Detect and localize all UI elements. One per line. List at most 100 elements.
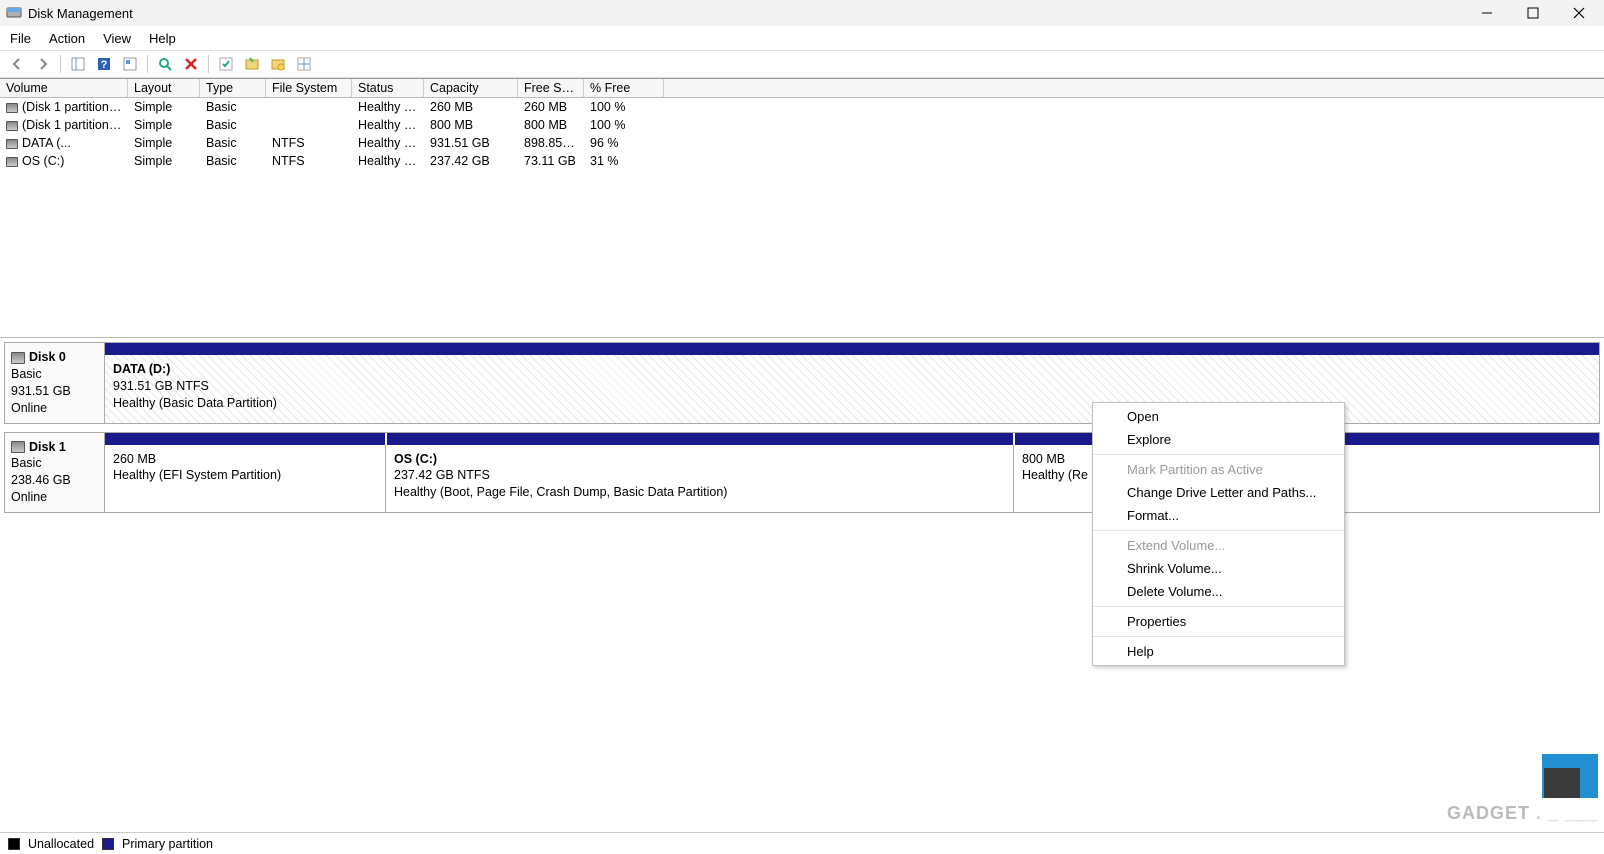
- rescan-icon[interactable]: [154, 53, 176, 75]
- legend-primary-label: Primary partition: [122, 837, 213, 851]
- disk-type: Basic: [11, 367, 42, 381]
- folder-icon[interactable]: [241, 53, 263, 75]
- volume-capacity: 800 MB: [424, 118, 518, 132]
- menu-action[interactable]: Action: [49, 31, 85, 46]
- partition-size: 260 MB: [113, 452, 156, 466]
- help-icon[interactable]: ?: [93, 53, 115, 75]
- legend-unallocated-label: Unallocated: [28, 837, 94, 851]
- partition-header-bar: [105, 433, 1599, 445]
- volume-free: 800 MB: [518, 118, 584, 132]
- col-filesystem[interactable]: File System: [266, 79, 352, 97]
- partition-box[interactable]: 260 MB Healthy (EFI System Partition): [105, 445, 385, 513]
- disk-graphical-view: Disk 0Basic931.51 GBOnline DATA (D:) 931.5…: [0, 338, 1604, 525]
- volume-type: Basic: [200, 100, 266, 114]
- ctx-change-letter[interactable]: Change Drive Letter and Paths...: [1093, 481, 1344, 504]
- volume-row[interactable]: DATA (...SimpleBasicNTFSHealthy (B...931…: [0, 134, 1604, 152]
- volume-layout: Simple: [128, 118, 200, 132]
- refresh-icon[interactable]: [119, 53, 141, 75]
- col-status[interactable]: Status: [352, 79, 424, 97]
- ctx-help[interactable]: Help: [1093, 640, 1344, 663]
- disk-state: Online: [11, 401, 47, 415]
- disk-info[interactable]: Disk 1Basic238.46 GBOnline: [5, 433, 105, 513]
- properties-icon[interactable]: [267, 53, 289, 75]
- partition-box[interactable]: DATA (D:) 931.51 GB NTFS Healthy (Basic Da…: [105, 355, 1599, 423]
- ctx-separator: [1093, 454, 1344, 455]
- toolbar-separator: [60, 55, 61, 73]
- col-capacity[interactable]: Capacity: [424, 79, 518, 97]
- disk-icon: [11, 352, 25, 364]
- ctx-properties[interactable]: Properties: [1093, 610, 1344, 633]
- volume-fs: NTFS: [266, 154, 352, 168]
- menu-view[interactable]: View: [103, 31, 131, 46]
- volume-pct: 96 %: [584, 136, 664, 150]
- volume-row[interactable]: (Disk 1 partition 4)SimpleBasicHealthy (…: [0, 116, 1604, 134]
- partition-size: 800 MB: [1022, 452, 1065, 466]
- forward-button[interactable]: [32, 53, 54, 75]
- watermark-text: GADGET: [1447, 803, 1530, 823]
- watermark-logo: GADGET . _ ___: [1418, 752, 1598, 832]
- minimize-button[interactable]: [1464, 0, 1510, 26]
- partition-status: Healthy (Basic Data Partition): [113, 396, 277, 410]
- ctx-format[interactable]: Format...: [1093, 504, 1344, 527]
- window-controls: [1464, 0, 1602, 26]
- menu-file[interactable]: File: [10, 31, 31, 46]
- partition-status: Healthy (EFI System Partition): [113, 468, 281, 482]
- col-layout[interactable]: Layout: [128, 79, 200, 97]
- ctx-mark-active: Mark Partition as Active: [1093, 458, 1344, 481]
- volume-status: Healthy (E...: [352, 100, 424, 114]
- partition-status: Healthy (Re: [1022, 468, 1088, 482]
- disk-panel: Disk 1Basic238.46 GBOnline260 MBHealthy …: [4, 432, 1600, 514]
- disk-size: 238.46 GB: [11, 473, 71, 487]
- titlebar: Disk Management: [0, 0, 1604, 26]
- volume-free: 73.11 GB: [518, 154, 584, 168]
- action-icon[interactable]: [215, 53, 237, 75]
- app-icon: [6, 5, 22, 21]
- partition-status: Healthy (Boot, Page File, Crash Dump, Ba…: [394, 485, 727, 499]
- volume-type: Basic: [200, 118, 266, 132]
- disk-state: Online: [11, 490, 47, 504]
- volume-free: 260 MB: [518, 100, 584, 114]
- ctx-explore[interactable]: Explore: [1093, 428, 1344, 451]
- toolbar: ?: [0, 50, 1604, 78]
- col-type[interactable]: Type: [200, 79, 266, 97]
- volume-list[interactable]: (Disk 1 partition 1)SimpleBasicHealthy (…: [0, 98, 1604, 338]
- ctx-open[interactable]: Open: [1093, 405, 1344, 428]
- col-freespace[interactable]: Free Sp...: [518, 79, 584, 97]
- partition-title: OS (C:): [394, 452, 437, 466]
- volume-row[interactable]: (Disk 1 partition 1)SimpleBasicHealthy (…: [0, 98, 1604, 116]
- volume-capacity: 260 MB: [424, 100, 518, 114]
- disk-info[interactable]: Disk 0Basic931.51 GBOnline: [5, 343, 105, 423]
- back-button[interactable]: [6, 53, 28, 75]
- volume-type: Basic: [200, 136, 266, 150]
- ctx-separator: [1093, 530, 1344, 531]
- close-button[interactable]: [1556, 0, 1602, 26]
- volume-status: Healthy (R...: [352, 118, 424, 132]
- disk-panel: Disk 0Basic931.51 GBOnline DATA (D:) 931.5…: [4, 342, 1600, 424]
- volume-layout: Simple: [128, 154, 200, 168]
- ctx-delete[interactable]: Delete Volume...: [1093, 580, 1344, 603]
- toolbar-separator: [208, 55, 209, 73]
- partition-size: 931.51 GB NTFS: [113, 379, 209, 393]
- list-view-icon[interactable]: [293, 53, 315, 75]
- volume-row[interactable]: OS (C:)SimpleBasicNTFSHealthy (B...237.4…: [0, 152, 1604, 170]
- partition-context-menu: Open Explore Mark Partition as Active Ch…: [1092, 402, 1345, 666]
- volume-status: Healthy (B...: [352, 154, 424, 168]
- volume-free: 898.85 GB: [518, 136, 584, 150]
- show-hide-tree-icon[interactable]: [67, 53, 89, 75]
- maximize-button[interactable]: [1510, 0, 1556, 26]
- ctx-shrink[interactable]: Shrink Volume...: [1093, 557, 1344, 580]
- partition-header-bar: [105, 343, 1599, 355]
- menu-help[interactable]: Help: [149, 31, 176, 46]
- svg-text:?: ?: [101, 59, 108, 71]
- col-volume[interactable]: Volume: [0, 79, 128, 97]
- delete-icon[interactable]: [180, 53, 202, 75]
- volume-pct: 100 %: [584, 118, 664, 132]
- ctx-extend: Extend Volume...: [1093, 534, 1344, 557]
- col-pctfree[interactable]: % Free: [584, 79, 664, 97]
- partition-box[interactable]: OS (C:) 237.42 GB NTFS Healthy (Boot, Page…: [385, 445, 1013, 513]
- legend-primary-swatch: [102, 838, 114, 850]
- partition-title: DATA (D:): [113, 362, 170, 376]
- partition-size: 237.42 GB NTFS: [394, 468, 490, 482]
- disk-name: Disk 1: [29, 440, 66, 454]
- volume-layout: Simple: [128, 100, 200, 114]
